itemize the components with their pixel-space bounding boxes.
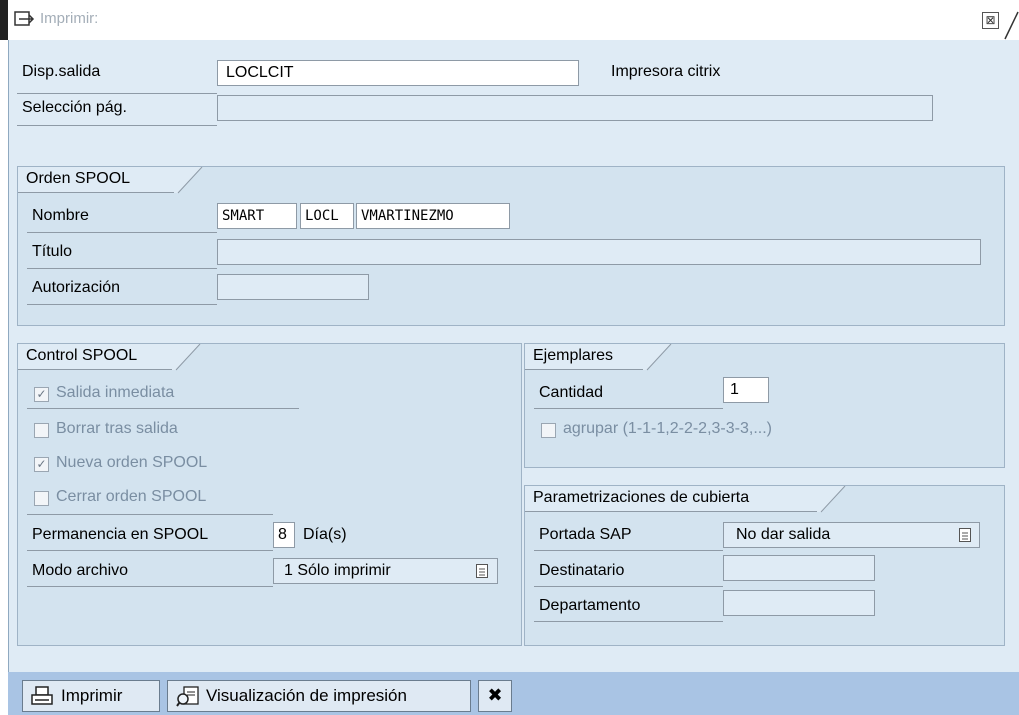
print-preview-icon xyxy=(176,686,199,707)
dropdown-list-icon[interactable] xyxy=(475,563,489,579)
group-tab-corner xyxy=(643,344,672,371)
archive-mode-label: Modo archivo xyxy=(32,562,129,579)
row-divider xyxy=(534,550,723,551)
new-spool-order-label: Nueva orden SPOOL xyxy=(56,454,208,471)
spool-control-group-header: Control SPOOL xyxy=(18,344,176,370)
row-divider xyxy=(534,586,723,587)
title-bar-corner xyxy=(1004,11,1019,40)
delete-after-output-label: Borrar tras salida xyxy=(56,420,178,437)
retention-label: Permanencia en SPOOL xyxy=(32,526,209,543)
output-device-description: Impresora citrix xyxy=(611,63,721,80)
cancel-button[interactable]: ✖ xyxy=(478,680,512,712)
recipient-label: Destinatario xyxy=(539,562,625,579)
row-divider xyxy=(534,621,723,622)
print-button-label: Imprimir xyxy=(61,686,123,705)
spool-control-title: Control SPOOL xyxy=(26,347,138,364)
print-preview-button-label: Visualización de impresión xyxy=(206,686,407,705)
department-label: Departamento xyxy=(539,597,641,614)
close-button[interactable]: ⊠ xyxy=(982,12,999,29)
department-input[interactable] xyxy=(723,590,875,616)
retention-input[interactable]: 8 xyxy=(273,522,295,548)
recipient-input[interactable] xyxy=(723,555,875,581)
authorization-input[interactable] xyxy=(217,274,369,300)
copies-group-header: Ejemplares xyxy=(525,344,647,370)
spool-title-label: Título xyxy=(32,243,73,260)
group-copies-checkbox[interactable] xyxy=(541,423,556,438)
close-spool-order-checkbox[interactable] xyxy=(34,491,49,506)
row-divider xyxy=(27,232,217,233)
sap-cover-label: Portada SAP xyxy=(539,526,632,543)
immediate-output-checkbox[interactable]: ✓ xyxy=(34,387,49,402)
row-divider xyxy=(17,93,217,94)
printer-icon xyxy=(31,686,53,705)
title-bar xyxy=(0,0,1019,40)
spool-name-part-1[interactable]: SMART xyxy=(217,203,297,229)
print-button[interactable]: Imprimir xyxy=(22,680,160,712)
row-divider xyxy=(27,268,217,269)
cover-settings-group-header: Parametrizaciones de cubierta xyxy=(525,486,821,512)
spool-name-part-3[interactable]: VMARTINEZMO xyxy=(356,203,510,229)
page-selection-label: Selección pág. xyxy=(22,99,127,116)
archive-mode-select[interactable]: 1 Sólo imprimir xyxy=(273,558,498,584)
close-spool-order-label: Cerrar orden SPOOL xyxy=(56,488,207,505)
row-divider xyxy=(27,408,299,409)
copies-title: Ejemplares xyxy=(533,347,614,364)
copies-group: Ejemplares xyxy=(524,343,1005,468)
row-divider xyxy=(17,125,217,126)
sap-cover-value: No dar salida xyxy=(736,526,831,543)
delete-after-output-checkbox[interactable] xyxy=(34,423,49,438)
cover-settings-title: Parametrizaciones de cubierta xyxy=(533,489,750,506)
quantity-input[interactable]: 1 xyxy=(723,377,769,403)
sap-cover-select[interactable]: No dar salida xyxy=(723,522,980,548)
archive-mode-value: 1 Sólo imprimir xyxy=(284,562,391,579)
dropdown-list-icon[interactable] xyxy=(958,527,972,543)
group-copies-label: agrupar (1-1-1,2-2-2,3-3-3,...) xyxy=(563,420,772,437)
row-divider xyxy=(27,514,273,515)
window-title: Imprimir: xyxy=(40,10,99,27)
spool-name-label: Nombre xyxy=(32,207,89,224)
retention-unit: Día(s) xyxy=(303,526,347,543)
group-tab-corner xyxy=(172,344,201,371)
spool-order-group-header: Orden SPOOL xyxy=(18,167,178,193)
output-device-label: Disp.salida xyxy=(22,63,101,80)
immediate-output-label: Salida inmediata xyxy=(56,384,175,401)
title-bar-edge xyxy=(0,0,8,40)
print-preview-button[interactable]: Visualización de impresión xyxy=(167,680,471,712)
group-tab-corner xyxy=(174,167,203,194)
quantity-label: Cantidad xyxy=(539,384,604,401)
row-divider xyxy=(27,304,217,305)
page-selection-input[interactable] xyxy=(217,95,933,121)
authorization-label: Autorización xyxy=(32,279,121,296)
row-divider xyxy=(27,586,273,587)
spool-title-input[interactable] xyxy=(217,239,981,265)
output-device-input[interactable]: LOCLCIT xyxy=(217,60,579,86)
group-tab-corner xyxy=(817,486,846,513)
spool-name-part-2[interactable]: LOCL xyxy=(300,203,354,229)
row-divider xyxy=(534,408,723,409)
window-print-icon xyxy=(14,10,36,28)
spool-order-title: Orden SPOOL xyxy=(26,170,131,187)
row-divider xyxy=(27,550,273,551)
new-spool-order-checkbox[interactable]: ✓ xyxy=(34,457,49,472)
content-edge xyxy=(8,40,9,672)
